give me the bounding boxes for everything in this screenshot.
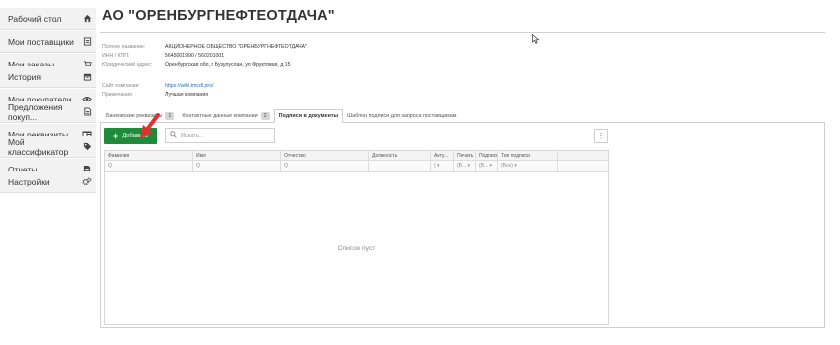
table-header-row: Фамилия Имя Отчество Должность Акту... П… <box>105 151 608 161</box>
filter-patronymic[interactable]: Q <box>281 161 369 171</box>
info-value: 5645001990 / 560201001 <box>165 53 225 59</box>
count-badge: 1 <box>165 112 175 120</box>
title-divider <box>100 32 825 33</box>
gears-icon <box>82 177 92 187</box>
tab-label: Подписи в документы <box>278 113 339 119</box>
info-full-name: Полное название: АКЦИОНЕРНОЕ ОБЩЕСТВО "О… <box>102 44 307 50</box>
archive-icon <box>82 72 92 82</box>
search-placeholder: Искать... <box>181 132 204 139</box>
tab-contacts[interactable]: Контактные данные компании 2 <box>178 109 273 123</box>
info-note: Примечание: Лучшая компания <box>102 92 208 98</box>
column-header-signature-type[interactable]: Тип подписи <box>498 151 558 160</box>
sidebar-item-label: Предложения покуп... <box>8 101 63 122</box>
page-title: АО "ОРЕНБУРГНЕФТЕОТДАЧА" <box>102 8 335 24</box>
sidebar-item-settings[interactable]: Настройки <box>0 171 96 193</box>
sidebar-item-label: История <box>8 71 41 82</box>
info-address: Юридический адрес: Оренбургская обл, г Б… <box>102 62 291 68</box>
tab-signature-template[interactable]: Шаблон подписи для запроса поставщикам <box>343 109 460 123</box>
sidebar: Рабочий стол Мои поставщики Мои заказы И… <box>0 0 96 345</box>
sidebar-item-label: Рабочий стол <box>8 13 62 24</box>
info-label: ИНН / КПП: <box>102 53 130 59</box>
sidebar-item-desktop[interactable]: Рабочий стол <box>0 8 96 30</box>
info-label: Сайт компании: <box>102 83 140 89</box>
info-label: Примечание: <box>102 92 134 98</box>
empty-state-text: Список пуст <box>337 245 376 252</box>
sidebar-item-classifier[interactable]: Мой классификатор <box>0 136 96 158</box>
file-icon <box>83 107 92 117</box>
filter-surname[interactable]: Q <box>105 161 193 171</box>
document-icon <box>82 37 92 47</box>
info-value: АКЦИОНЕРНОЕ ОБЩЕСТВО "ОРЕНБУРГНЕФТЕОТДАЧ… <box>165 44 307 50</box>
filter-actual-dropdown[interactable]: ( ▾ <box>431 161 454 171</box>
signatures-table: Фамилия Имя Отчество Должность Акту... П… <box>104 150 609 325</box>
column-header-name[interactable]: Имя <box>193 151 281 160</box>
sidebar-item-label: Мой классификатор <box>8 136 69 157</box>
search-input[interactable]: Искать... <box>165 128 275 143</box>
plus-icon: + <box>113 130 119 141</box>
filter-empty <box>558 161 608 171</box>
sidebar-item-label: Настройки <box>8 176 50 187</box>
sidebar-item-suppliers[interactable]: Мои поставщики <box>0 31 96 53</box>
search-icon <box>170 131 177 140</box>
column-header-position[interactable]: Должность <box>369 151 431 160</box>
filter-signature-type-dropdown[interactable]: (Все) ▾ <box>498 161 558 171</box>
tab-signatures[interactable]: Подписи в документы <box>273 109 344 123</box>
info-label: Полное название: <box>102 44 146 50</box>
filter-position[interactable] <box>369 161 431 171</box>
column-header-surname[interactable]: Фамилия <box>105 151 193 160</box>
sidebar-item-label: Мои поставщики <box>8 36 74 47</box>
sidebar-item-history[interactable]: История <box>0 66 96 88</box>
more-options-button[interactable]: ⋮ <box>594 129 608 143</box>
tab-label: Контактные данные компании <box>182 113 258 119</box>
column-header-actual[interactable]: Акту... <box>431 151 454 160</box>
annotation-arrow-icon <box>140 113 160 138</box>
column-header-stamp[interactable]: Печать <box>454 151 476 160</box>
info-site: Сайт компании: https://wiki.tmcdl.pro/ <box>102 83 213 89</box>
column-header-signature[interactable]: Подпись <box>476 151 498 160</box>
tag-icon <box>83 142 92 152</box>
filter-name[interactable]: Q <box>193 161 281 171</box>
count-badge: 2 <box>260 112 270 120</box>
sidebar-item-offers[interactable]: Предложения покуп... <box>0 101 96 123</box>
info-value: Оренбургская обл, г Бузулуслан, ул Фрукт… <box>165 62 291 68</box>
column-header-patronymic[interactable]: Отчество <box>281 151 369 160</box>
tab-label: Шаблон подписи для запроса поставщикам <box>347 113 457 119</box>
info-inn: ИНН / КПП: 5645001990 / 560201001 <box>102 53 224 59</box>
filter-stamp-dropdown[interactable]: (В... ▾ <box>454 161 476 171</box>
info-label: Юридический адрес: <box>102 62 153 68</box>
more-vertical-icon: ⋮ <box>597 133 605 140</box>
mouse-cursor-icon <box>532 34 540 44</box>
info-value: Лучшая компания <box>165 92 209 98</box>
table-filter-row: Q Q Q ( ▾ (В... ▾ (В... ▾ (Все) ▾ <box>105 161 608 172</box>
site-link[interactable]: https://wiki.tmcdl.pro/ <box>165 83 213 89</box>
home-icon <box>82 14 92 24</box>
filter-signature-dropdown[interactable]: (В... ▾ <box>476 161 498 171</box>
column-header-empty <box>558 151 608 160</box>
